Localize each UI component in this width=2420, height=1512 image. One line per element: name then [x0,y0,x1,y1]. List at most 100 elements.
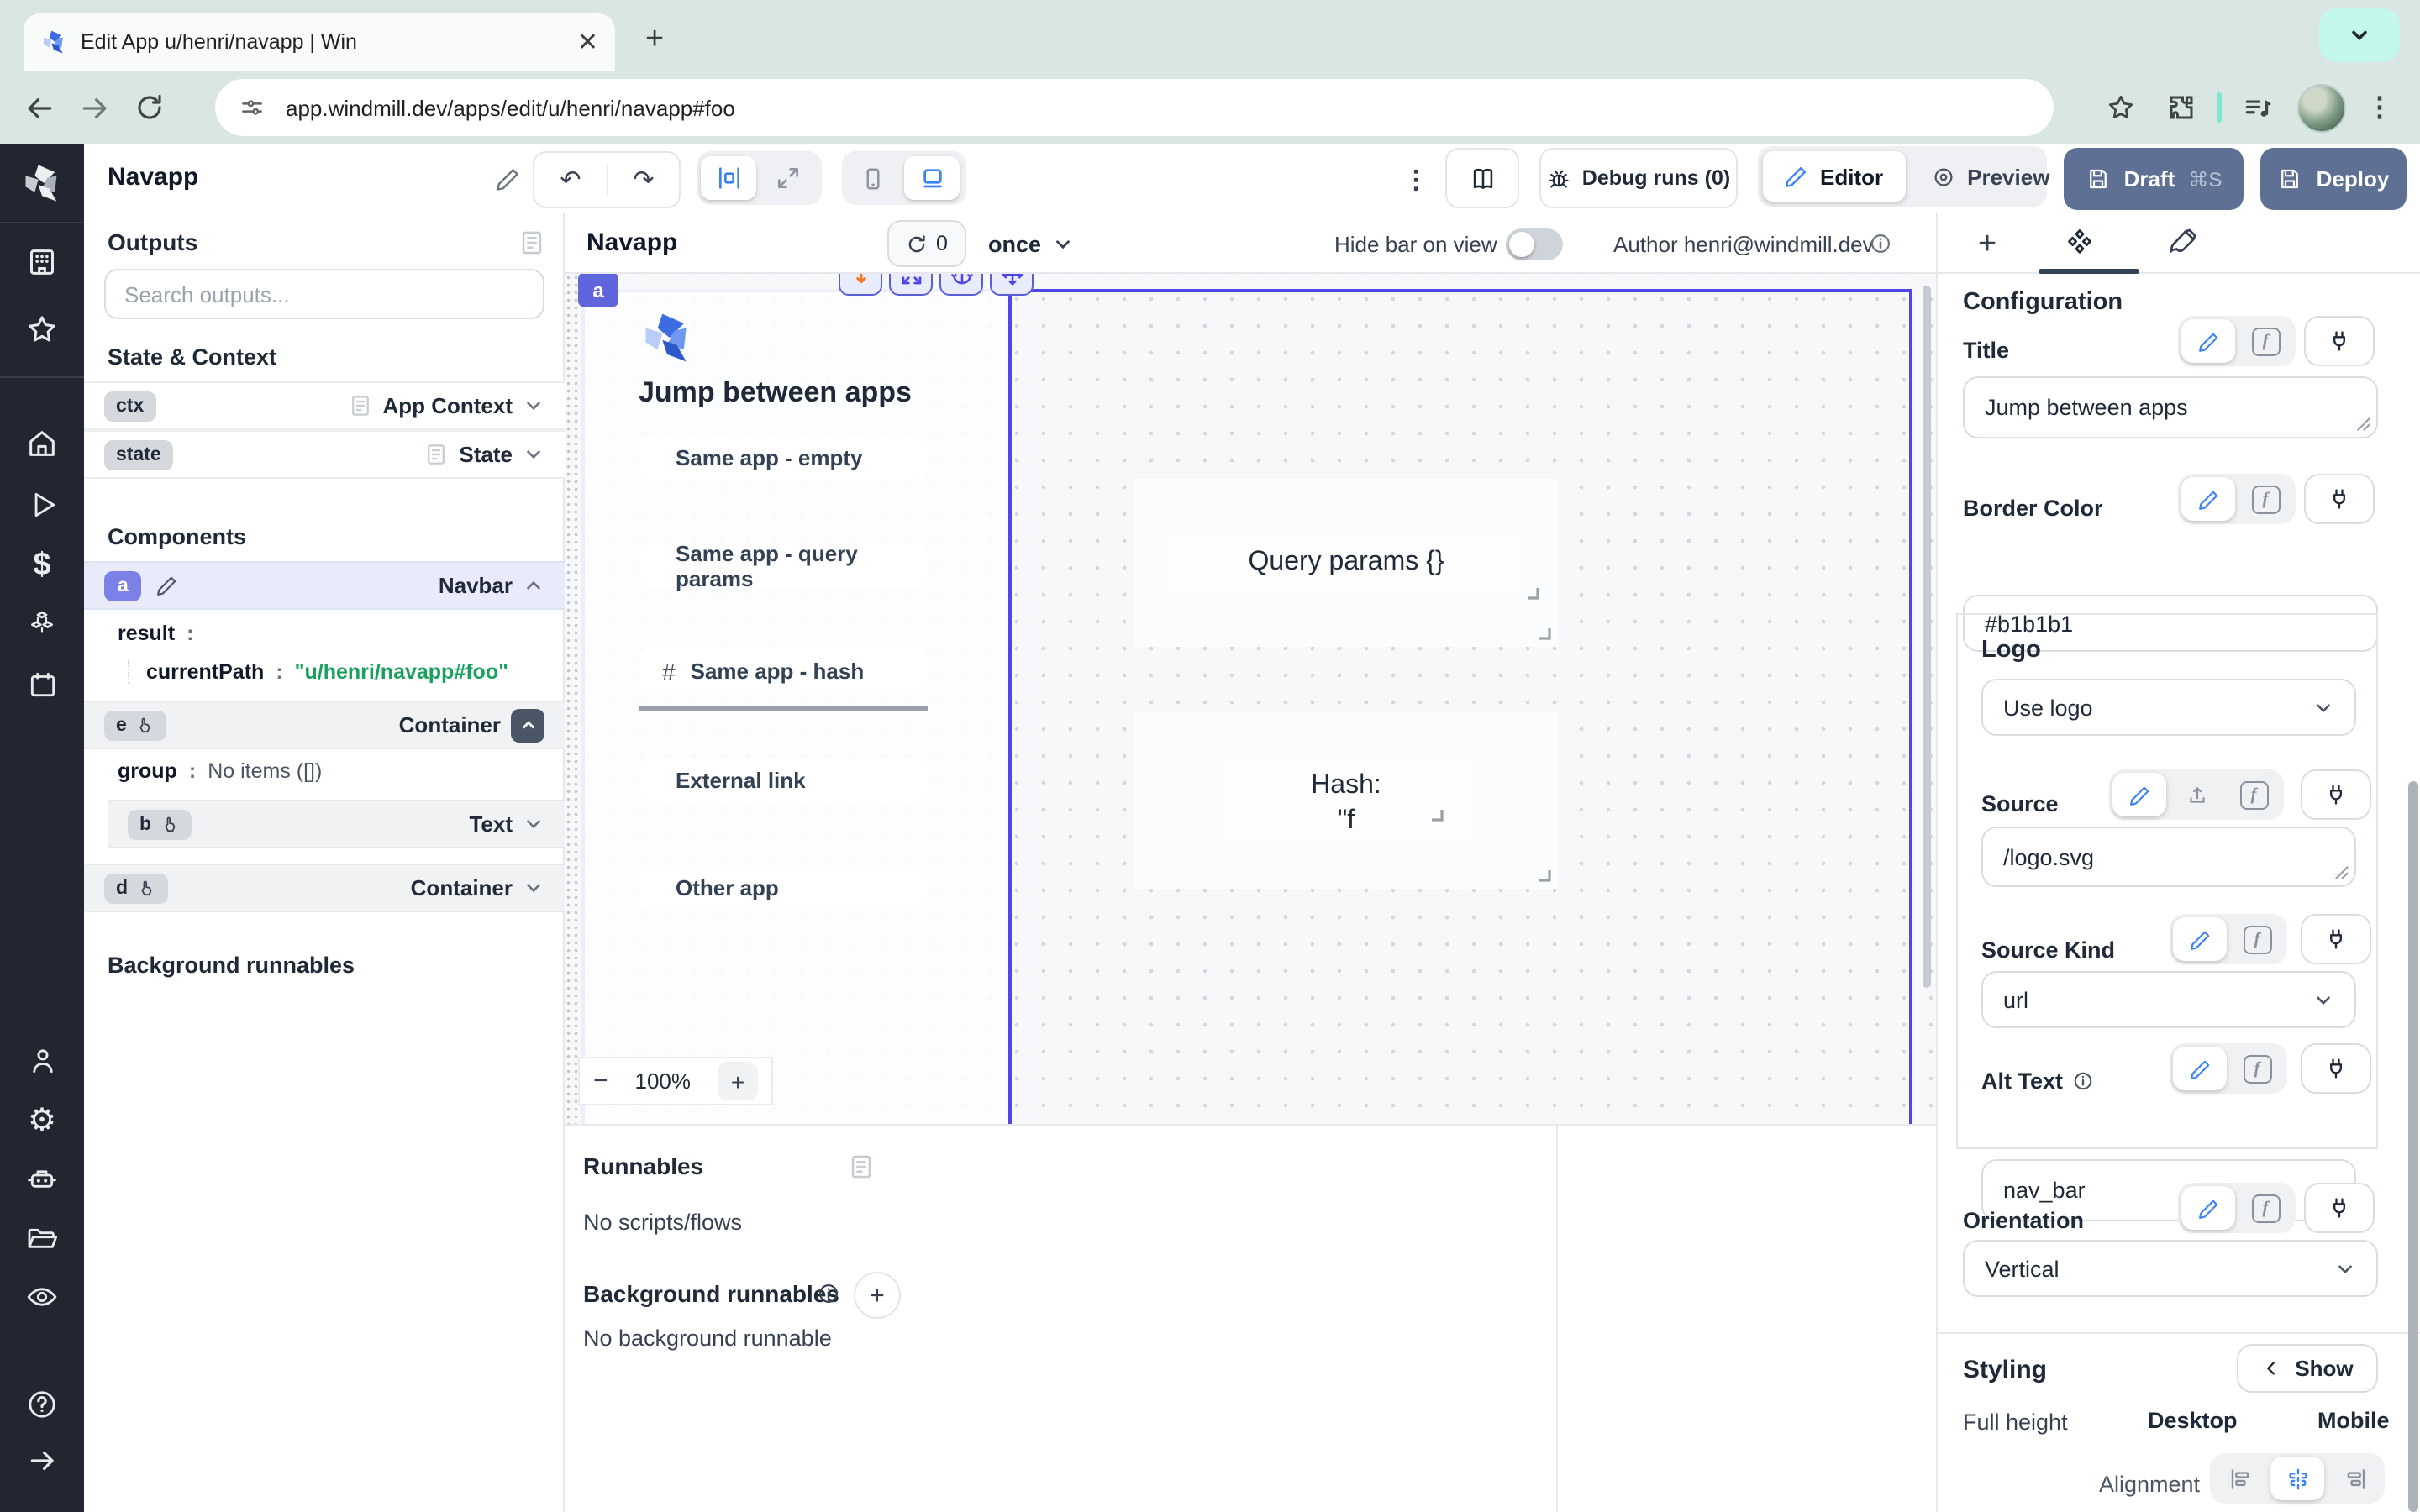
nav-link-same-app-query-params[interactable]: Same app - query params [639,543,928,588]
currentpath-line[interactable]: currentPath : "u/henri/navapp#foo" [128,660,508,684]
result-line[interactable]: result : [118,622,193,645]
border-connect-button[interactable] [2304,474,2375,524]
debug-runs-button[interactable]: Debug runs (0) [1539,148,1738,208]
fx-mode-button[interactable]: f [2238,319,2292,363]
align-center-button[interactable] [2270,1457,2324,1500]
sidebar-item-favorites[interactable] [0,312,84,346]
component-a-badge[interactable]: a [578,274,618,307]
fx-mode-button[interactable]: f [2230,917,2284,961]
sidebar-collapse-icon[interactable] [0,1445,84,1477]
fx-mode-button[interactable]: f [2227,773,2281,816]
fx-mode-button[interactable]: f [2230,1047,2284,1090]
sidebar-item-users[interactable] [0,1045,84,1077]
move-chip[interactable] [990,274,1034,296]
group-line[interactable]: group : No items ([]) [118,759,322,783]
zoom-out-button[interactable]: − [593,1067,608,1095]
settings-scrollbar[interactable] [2408,781,2418,1512]
sidebar-item-help[interactable] [0,1388,84,1421]
static-mode-button[interactable] [2181,319,2235,363]
info-icon[interactable] [817,1282,840,1305]
url-bar[interactable]: app.windmill.dev/apps/edit/u/henri/navap… [215,79,2054,136]
sidebar-item-settings[interactable]: ⚙ [0,1102,84,1141]
nav-link-same-app-hash[interactable]: # Same app - hash [639,648,928,694]
sidebar-item-workers[interactable] [0,1163,84,1196]
chevron-down-icon[interactable] [523,444,544,465]
reload-icon[interactable] [134,92,165,123]
anchor-chip[interactable] [939,274,983,296]
nav-link-same-app-empty[interactable]: Same app - empty [639,435,928,480]
tab-component-settings[interactable] [2064,227,2096,259]
sidebar-item-schedules[interactable] [0,669,84,701]
new-tab-button[interactable]: + [645,22,664,59]
rename-app-icon[interactable] [496,166,521,192]
refresh-mode-select[interactable]: once [988,220,1073,267]
resize-handle-icon[interactable] [2334,865,2349,880]
static-mode-button[interactable] [2173,917,2227,961]
expand-down-chip[interactable] [839,274,882,296]
chevron-up-icon[interactable] [523,575,544,596]
edit-component-icon[interactable] [157,575,179,596]
tab-insert-component[interactable]: + [1978,227,1996,264]
tab-preview[interactable]: Preview [1908,151,2071,202]
component-row-navbar[interactable]: a Navbar [84,561,565,610]
sidebar-item-audit[interactable] [0,1280,84,1314]
sidebar-item-resources[interactable] [0,608,84,642]
nav-link-external[interactable]: External link [639,758,928,803]
tab-close-icon[interactable]: ✕ [577,29,598,55]
chevron-down-icon[interactable] [523,813,544,835]
deploy-button[interactable]: Deploy [2260,148,2407,210]
navbar-component[interactable]: Jump between apps Same app - empty Same … [581,289,1008,1124]
title-input[interactable]: Jump between apps [1963,376,2378,438]
expand-chip[interactable] [889,274,933,296]
bookmark-star-icon[interactable] [2106,92,2136,123]
panel-doc-icon[interactable] [518,228,546,257]
back-icon[interactable] [24,92,55,123]
hide-bar-toggle[interactable] [1506,228,1563,260]
title-connect-button[interactable] [2304,316,2375,366]
profile-avatar[interactable] [2297,83,2346,132]
chrome-menu-icon[interactable]: ⋮ [2366,91,2393,124]
canvas-scrollbar[interactable] [1923,286,1931,988]
fullwidth-layout-button[interactable] [760,156,815,200]
fx-mode-button[interactable]: f [2238,1186,2292,1230]
static-mode-button[interactable] [2181,1186,2235,1230]
source-input[interactable]: /logo.svg [1981,827,2356,887]
source-kind-connect-button[interactable] [2301,914,2371,964]
browser-tab[interactable]: Edit App u/henri/navapp | Win ✕ [24,13,615,71]
sidebar-item-folders[interactable] [0,1223,84,1257]
static-mode-button[interactable] [2112,773,2166,816]
redo-button[interactable]: ↷ [608,165,679,195]
collapse-button[interactable] [511,708,544,742]
site-settings-icon[interactable] [239,94,266,121]
orientation-select[interactable]: Vertical [1963,1240,2378,1297]
search-outputs-input[interactable] [104,269,544,319]
static-mode-button[interactable] [2173,1047,2227,1090]
tab-editor[interactable]: Editor [1763,151,1905,202]
align-right-button[interactable] [2328,1457,2381,1500]
forward-icon[interactable] [79,92,111,123]
undo-button[interactable]: ↶ [534,165,608,195]
fx-mode-button[interactable]: f [2238,477,2292,521]
sidebar-item-home[interactable] [0,427,84,460]
chevron-down-icon[interactable] [523,395,544,417]
chevron-down-icon[interactable] [523,877,544,899]
resize-handle-icon[interactable] [2356,417,2371,432]
query-params-panel[interactable]: Query params {} [1134,479,1558,647]
state-row[interactable]: state State [84,430,565,479]
app-canvas[interactable]: Jump between apps Same app - empty Same … [565,274,1936,1124]
component-row-container-d[interactable]: d Container [84,864,565,912]
info-icon[interactable] [2071,1070,2093,1092]
sidebar-item-runs[interactable] [0,489,84,521]
tab-styling[interactable] [2166,227,2198,259]
static-mode-button[interactable] [2181,477,2235,521]
info-icon[interactable] [1869,232,1892,255]
orientation-connect-button[interactable] [2304,1183,2375,1233]
extensions-puzzle-icon[interactable] [2166,92,2196,123]
sidebar-item-variables[interactable]: $ [0,548,84,585]
hash-panel[interactable]: Hash: "f [1134,712,1558,889]
sidebar-item-workspace[interactable] [0,245,84,279]
styling-show-button[interactable]: Show [2237,1344,2378,1393]
component-row-text-b[interactable]: b Text [108,800,565,848]
more-options-icon[interactable]: ⋮ [1403,165,1428,195]
alt-text-connect-button[interactable] [2301,1043,2371,1094]
